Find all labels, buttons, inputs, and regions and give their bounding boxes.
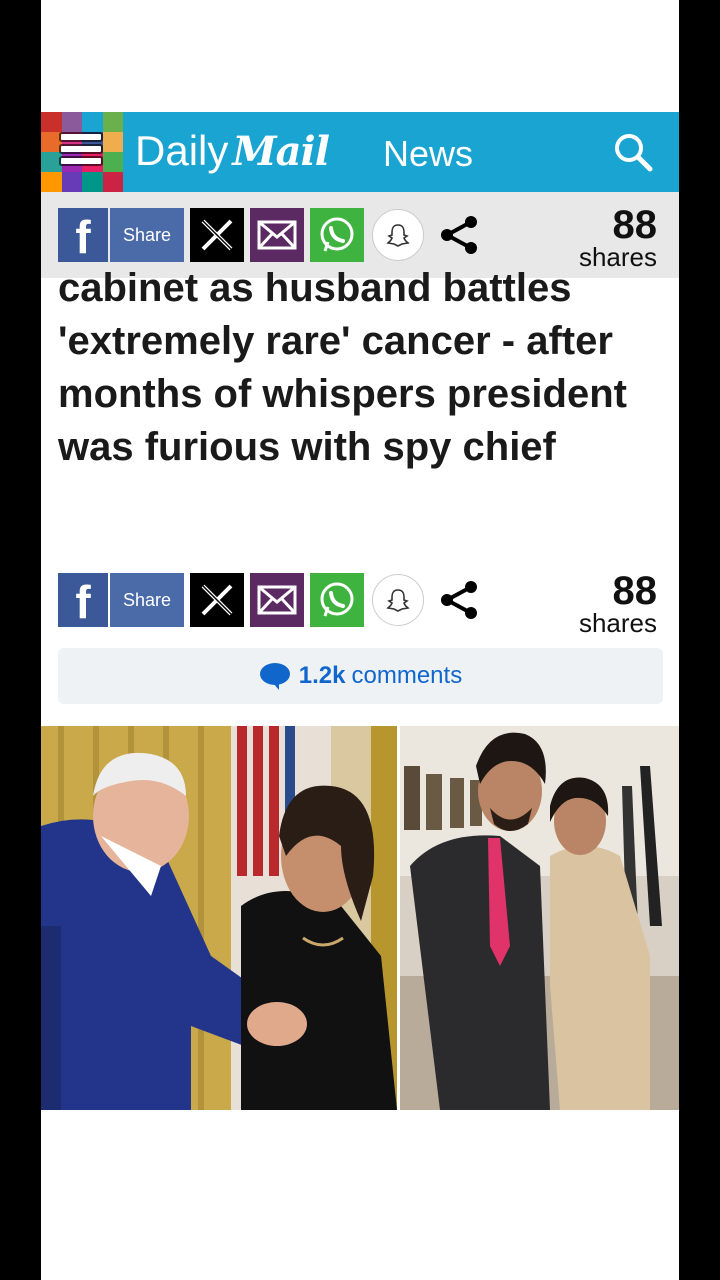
snapchat-share-button[interactable] [372, 574, 424, 626]
facebook-share-label: Share [110, 208, 184, 262]
logo-tile [41, 172, 62, 192]
article-page: Daily Mail News f Share 88 shares cabine… [41, 0, 679, 1280]
photo-handshake[interactable] [41, 726, 397, 1110]
logo-tile [102, 152, 123, 172]
envelope-icon [257, 220, 297, 250]
article-share-count: 88 shares [561, 569, 658, 638]
facebook-icon: f [58, 208, 108, 263]
site-logo[interactable]: Daily Mail [135, 124, 330, 179]
share-buttons: f Share [58, 208, 486, 263]
comments-count: 1.2k [298, 662, 346, 689]
x-share-button[interactable] [190, 208, 244, 262]
email-share-button[interactable] [250, 208, 304, 262]
article-share-buttons: f Share [58, 573, 486, 628]
share-icon [441, 581, 477, 619]
logo-tile [102, 112, 123, 132]
more-share-button[interactable] [432, 573, 486, 627]
logo-tile [41, 132, 62, 152]
x-icon [201, 219, 233, 251]
logo-tile [82, 112, 103, 132]
search-icon[interactable] [613, 132, 653, 172]
more-share-button[interactable] [432, 208, 486, 262]
logo-tile [41, 152, 62, 172]
section-label[interactable]: News [383, 132, 473, 176]
share-count-number: 88 [612, 569, 658, 613]
logo-tile [102, 172, 123, 192]
x-share-button[interactable] [190, 573, 244, 627]
comment-bubble-icon [259, 663, 290, 690]
facebook-share-button[interactable]: f Share [58, 208, 184, 263]
logo-tile [61, 112, 82, 132]
email-share-button[interactable] [250, 573, 304, 627]
facebook-share-button[interactable]: f Share [58, 573, 184, 628]
whatsapp-icon [320, 582, 354, 617]
snapchat-icon [386, 224, 410, 247]
snapchat-share-button[interactable] [372, 209, 424, 261]
facebook-icon: f [58, 573, 108, 628]
facebook-share-label: Share [110, 573, 184, 627]
share-count-label: shares [578, 608, 657, 638]
snapchat-icon [386, 589, 410, 612]
site-header: Daily Mail News [41, 112, 679, 192]
whatsapp-icon [320, 217, 354, 252]
x-icon [201, 584, 233, 616]
share-count: 88 shares [561, 203, 658, 270]
couple-image [400, 726, 679, 1110]
comments-label: comments [351, 662, 463, 689]
logo-tile [61, 172, 82, 192]
share-count-number: 88 [612, 203, 658, 247]
share-icon [441, 216, 477, 254]
logo-tile [102, 132, 123, 152]
logo-tile [82, 172, 103, 192]
whatsapp-share-button[interactable] [310, 208, 364, 262]
envelope-icon [257, 585, 297, 615]
brand-daily: Daily [135, 127, 229, 174]
article-headline: cabinet as husband battles 'extremely ra… [58, 266, 627, 469]
photo-couple-hallway[interactable] [400, 726, 679, 1110]
brand-mail: Mail [232, 128, 330, 175]
handshake-image [41, 726, 397, 1110]
whatsapp-share-button[interactable] [310, 573, 364, 627]
hamburger-icon [61, 134, 101, 170]
logo-tile [41, 112, 62, 132]
comments-button[interactable]: 1.2k comments [58, 648, 663, 704]
